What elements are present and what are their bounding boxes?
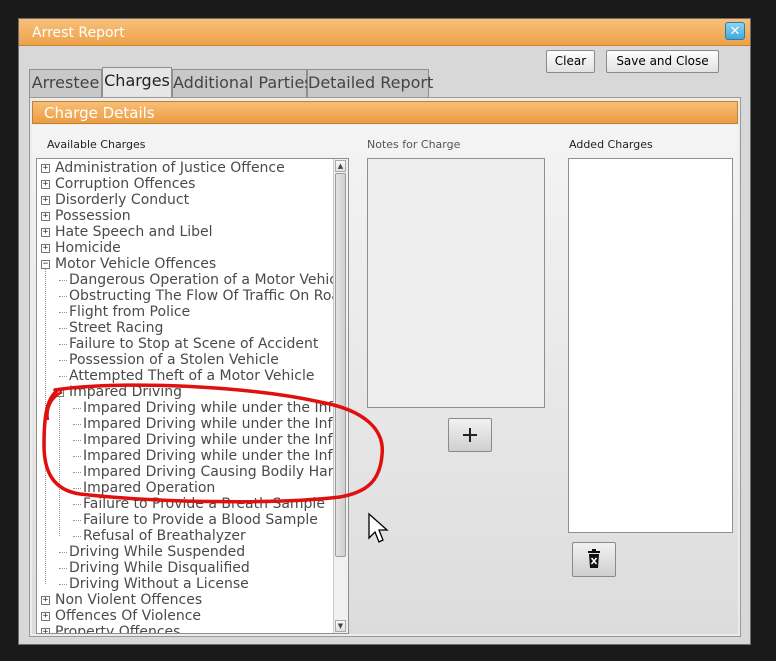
window-title: Arrest Report: [32, 25, 125, 41]
save-and-close-button[interactable]: Save and Close: [606, 50, 719, 73]
tree-item[interactable]: Impared Driving while under the Influenc…: [83, 416, 334, 432]
scroll-down-button[interactable]: ▼: [335, 620, 346, 632]
scroll-up-button[interactable]: ▲: [335, 160, 346, 172]
trash-icon: [588, 549, 600, 568]
tree-guide-line: [59, 552, 67, 553]
mouse-cursor-icon: [368, 512, 389, 543]
tree-guide-line: [59, 397, 60, 536]
tree-category[interactable]: Corruption Offences: [55, 176, 195, 192]
tree-item[interactable]: Failure to Provide a Breath Sample: [83, 496, 325, 512]
tab-detailed-report[interactable]: Detailed Report: [307, 69, 433, 97]
tree-guide-line: [73, 424, 81, 425]
tree-guide-line: [59, 376, 67, 377]
plus-icon: [463, 428, 477, 442]
expand-plus-icon[interactable]: +: [41, 228, 50, 237]
tab-additional-parties[interactable]: Additional Parties: [172, 69, 313, 97]
tree-guide-line: [73, 488, 81, 489]
tree-guide-line: [59, 568, 67, 569]
tree-item[interactable]: Driving While Disqualified: [69, 560, 250, 576]
expand-plus-icon[interactable]: +: [41, 196, 50, 205]
tree-category[interactable]: Non Violent Offences: [55, 592, 202, 608]
collapse-minus-icon[interactable]: −: [41, 260, 50, 269]
tree-item[interactable]: Impared Driving while under the Influenc…: [83, 400, 334, 416]
tree-item[interactable]: Street Racing: [69, 320, 163, 336]
tree-category[interactable]: Possession: [55, 208, 131, 224]
tree-guide-line: [59, 344, 67, 345]
notes-for-charge-field[interactable]: [367, 158, 545, 408]
tree-item[interactable]: Impared Driving while under the Influenc…: [83, 432, 334, 448]
tree-guide-line: [73, 408, 81, 409]
tree-guide-line: [59, 328, 67, 329]
expand-plus-icon[interactable]: +: [41, 596, 50, 605]
tree-guide-line: [73, 440, 81, 441]
added-charges-label: Added Charges: [569, 138, 653, 151]
tree-category[interactable]: Property Offences: [55, 624, 180, 633]
available-charges-tree[interactable]: + Administration of Justice Offence + Corru…: [36, 158, 349, 634]
tree-item[interactable]: Possession of a Stolen Vehicle: [69, 352, 279, 368]
tree-guide-line: [73, 472, 81, 473]
tree-item[interactable]: Flight from Police: [69, 304, 190, 320]
tab-arrestee[interactable]: Arrestee: [29, 69, 102, 97]
added-charges-list[interactable]: [568, 158, 733, 533]
expand-plus-icon[interactable]: +: [41, 164, 50, 173]
tree-category[interactable]: Offences Of Violence: [55, 608, 201, 624]
tree-item[interactable]: Impared Driving while under the Influenc…: [83, 448, 334, 464]
tree-category[interactable]: Motor Vehicle Offences: [55, 256, 216, 272]
title-bar[interactable]: Arrest Report ✕: [19, 19, 750, 46]
panel-header: Charge Details: [32, 101, 738, 124]
tree-item[interactable]: Driving While Suspended: [69, 544, 245, 560]
notes-for-charge-label: Notes for Charge: [367, 138, 461, 151]
tree-category[interactable]: Administration of Justice Offence: [55, 160, 285, 176]
tree-guide-line: [45, 269, 46, 584]
tree-item[interactable]: Failure to Stop at Scene of Accident: [69, 336, 318, 352]
remove-charge-button[interactable]: [572, 542, 616, 577]
tree-item[interactable]: Impared Driving Causing Bodily Harm: [83, 464, 334, 480]
tree-guide-line: [73, 520, 81, 521]
tree-item[interactable]: Obstructing The Flow Of Traffic On Roadw…: [69, 288, 334, 304]
tree-guide-line: [59, 312, 67, 313]
tree-guide-line: [59, 296, 67, 297]
tree-guide-line: [73, 536, 81, 537]
scroll-thumb[interactable]: [335, 173, 346, 557]
expand-plus-icon[interactable]: +: [41, 244, 50, 253]
tree-category[interactable]: Homicide: [55, 240, 121, 256]
tree-guide-line: [59, 584, 67, 585]
panel-title: Charge Details: [44, 104, 155, 122]
collapse-minus-icon[interactable]: −: [55, 388, 64, 397]
expand-plus-icon[interactable]: +: [41, 628, 50, 633]
expand-plus-icon[interactable]: +: [41, 212, 50, 221]
tree-item[interactable]: Refusal of Breathalyzer: [83, 528, 246, 544]
add-charge-button[interactable]: [448, 418, 492, 452]
tab-charges[interactable]: Charges: [102, 67, 172, 98]
tree-item[interactable]: Attempted Theft of a Motor Vehicle: [69, 368, 315, 384]
expand-plus-icon[interactable]: +: [41, 612, 50, 621]
tree-item[interactable]: Failure to Provide a Blood Sample: [83, 512, 318, 528]
tree-guide-line: [73, 504, 81, 505]
tree-category[interactable]: Disorderly Conduct: [55, 192, 189, 208]
tree-content: + Administration of Justice Offence + Corru…: [37, 159, 334, 633]
clear-button[interactable]: Clear: [546, 50, 595, 73]
tree-guide-line: [73, 456, 81, 457]
tree-category[interactable]: Hate Speech and Libel: [55, 224, 213, 240]
available-charges-label: Available Charges: [47, 138, 146, 151]
tree-scrollbar[interactable]: ▲ ▼: [333, 159, 348, 633]
tree-item[interactable]: Impared Driving: [69, 384, 182, 400]
tree-item[interactable]: Driving Without a License: [69, 576, 249, 592]
tree-guide-line: [59, 360, 67, 361]
close-button[interactable]: ✕: [725, 22, 745, 40]
expand-plus-icon[interactable]: +: [41, 180, 50, 189]
tree-item[interactable]: Impared Operation: [83, 480, 215, 496]
tree-guide-line: [59, 280, 67, 281]
tree-item[interactable]: Dangerous Operation of a Motor Vehicle: [69, 272, 334, 288]
